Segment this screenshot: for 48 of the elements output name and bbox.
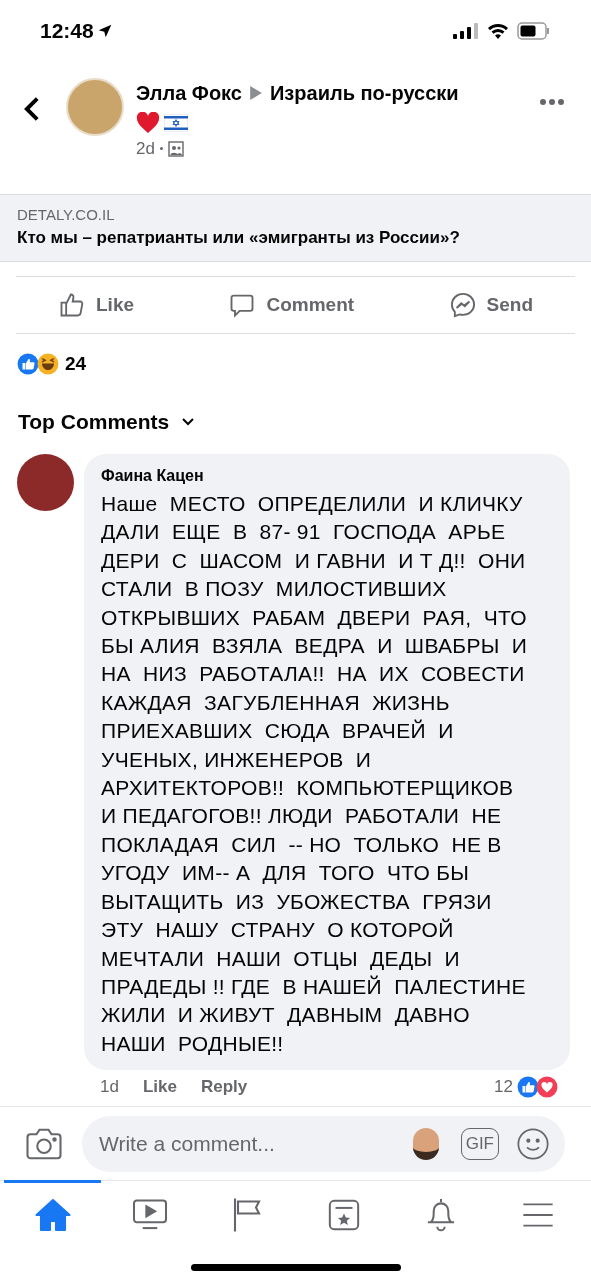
laughing-reaction-icon <box>37 353 59 375</box>
comment-button[interactable]: Comment <box>228 290 355 320</box>
location-arrow-icon <box>97 24 112 38</box>
send-button[interactable]: Send <box>448 290 533 320</box>
home-icon <box>34 1197 71 1232</box>
reaction-count[interactable]: 24 <box>65 349 87 379</box>
link-title: Кто мы – репатрианты или «эмигранты из России»? <box>17 227 461 249</box>
commenter-avatar[interactable] <box>17 454 74 511</box>
video-icon <box>131 1198 168 1231</box>
wifi-icon <box>487 23 509 39</box>
camera-icon[interactable] <box>26 1127 62 1160</box>
signal-icon <box>453 23 479 39</box>
heart-icon <box>136 112 160 134</box>
more-button[interactable] <box>539 98 565 106</box>
link-domain: DETALY.CO.IL <box>17 206 116 224</box>
like-reaction-icon <box>17 353 39 375</box>
flag-icon <box>231 1196 262 1233</box>
back-icon <box>24 96 40 122</box>
gif-button[interactable]: GIF <box>460 1127 499 1160</box>
commenter-name[interactable]: Фаина Кацен <box>101 466 553 486</box>
author-name[interactable]: Элла Фокс <box>136 78 242 108</box>
menu-icon <box>522 1200 555 1229</box>
more-icon <box>539 98 565 106</box>
like-reaction-icon <box>517 1076 539 1099</box>
star-card-icon <box>327 1197 362 1232</box>
comment-input-field[interactable]: Write a comment... GIF <box>82 1115 565 1172</box>
group-name[interactable]: Израиль по-русски <box>270 78 459 108</box>
post-time: 2d <box>136 138 155 160</box>
triangle-icon <box>250 86 262 100</box>
messenger-icon <box>448 291 477 319</box>
back-button[interactable] <box>24 96 40 122</box>
like-button[interactable]: Like <box>58 290 135 320</box>
reply-link[interactable]: Reply <box>200 1074 248 1100</box>
battery-icon <box>517 22 551 40</box>
link-preview-card[interactable]: DETALY.CO.IL Кто мы – репатрианты или «эмигранты из России»? <box>0 194 591 262</box>
flag-israel-icon <box>164 114 188 132</box>
avatar-sticker-icon[interactable] <box>412 1127 439 1160</box>
like-link[interactable]: Like <box>142 1074 177 1100</box>
clock-time: 12:48 <box>40 18 94 45</box>
thumbs-up-icon <box>58 291 86 319</box>
top-comments-dropdown[interactable]: Top Comments <box>0 404 214 440</box>
chevron-down-icon <box>181 417 196 427</box>
love-reaction-icon <box>536 1076 558 1099</box>
group-audience-icon <box>167 140 184 157</box>
emoji-icon[interactable] <box>517 1127 549 1160</box>
comment-text: Наше МЕСТО ОПРЕДЕЛИЛИ И КЛИЧКУ ДАЛИ ЕЩЕ В 87- 91 ГОСПОДА АРЬЕ ДЕРИ С ШАСОМ И ГАВНИ И Т Д!! ОНИ СТАЛИ В ПОЗУ МИЛОСТИВШИХ ОТКРЫВШИХ РАБАМ ДВЕРИ РАЯ, ЧТО БЫ АЛИЯ ВЗЯЛА ВЕДРА И ШВАБРЫ И НА НИЗ РАБОТАЛА!! НА ИХ СОВЕСТИ КАЖДАЯ ЗАГУБЛЕННАЯ ЖИЗНЬ ПРИЕХАВШИХ СЮДА ВРАЧЕЙ И УЧЕНЫХ, ИНЖЕНЕРОВ И АРХИТЕКТОРОВ!! КОМПЬЮТЕРЩИКОВ И ПЕДАГОГОВ!! ЛЮДИ РАБОТАЛИ НЕ ПОКЛАДАЯ СИЛ -- НО ТОЛЬКО НЕ В УГОДУ ИМ-- А ДЛЯ ТОГО ЧТО БЫ ВЫТАЩИТЬ ИЗ УБОЖЕСТВА ГРЯЗИ ЭТУ НАШУ СТРАНУ О КОТОРОЙ МЕЧТАЛИ НАШИ ОТЦЫ ДЕДЫ И ПРАДЕДЫ !! ГДЕ В НАШЕЙ ПАЛЕСТИНЕ ЖИЛИ И ЖИВУТ ДАВНЫМ ДАВНО НАШИ РОДНЫЕ!! <box>101 491 529 1057</box>
comment-time: 1d <box>100 1076 119 1099</box>
comment-reaction-count[interactable]: 12 <box>494 1074 513 1100</box>
